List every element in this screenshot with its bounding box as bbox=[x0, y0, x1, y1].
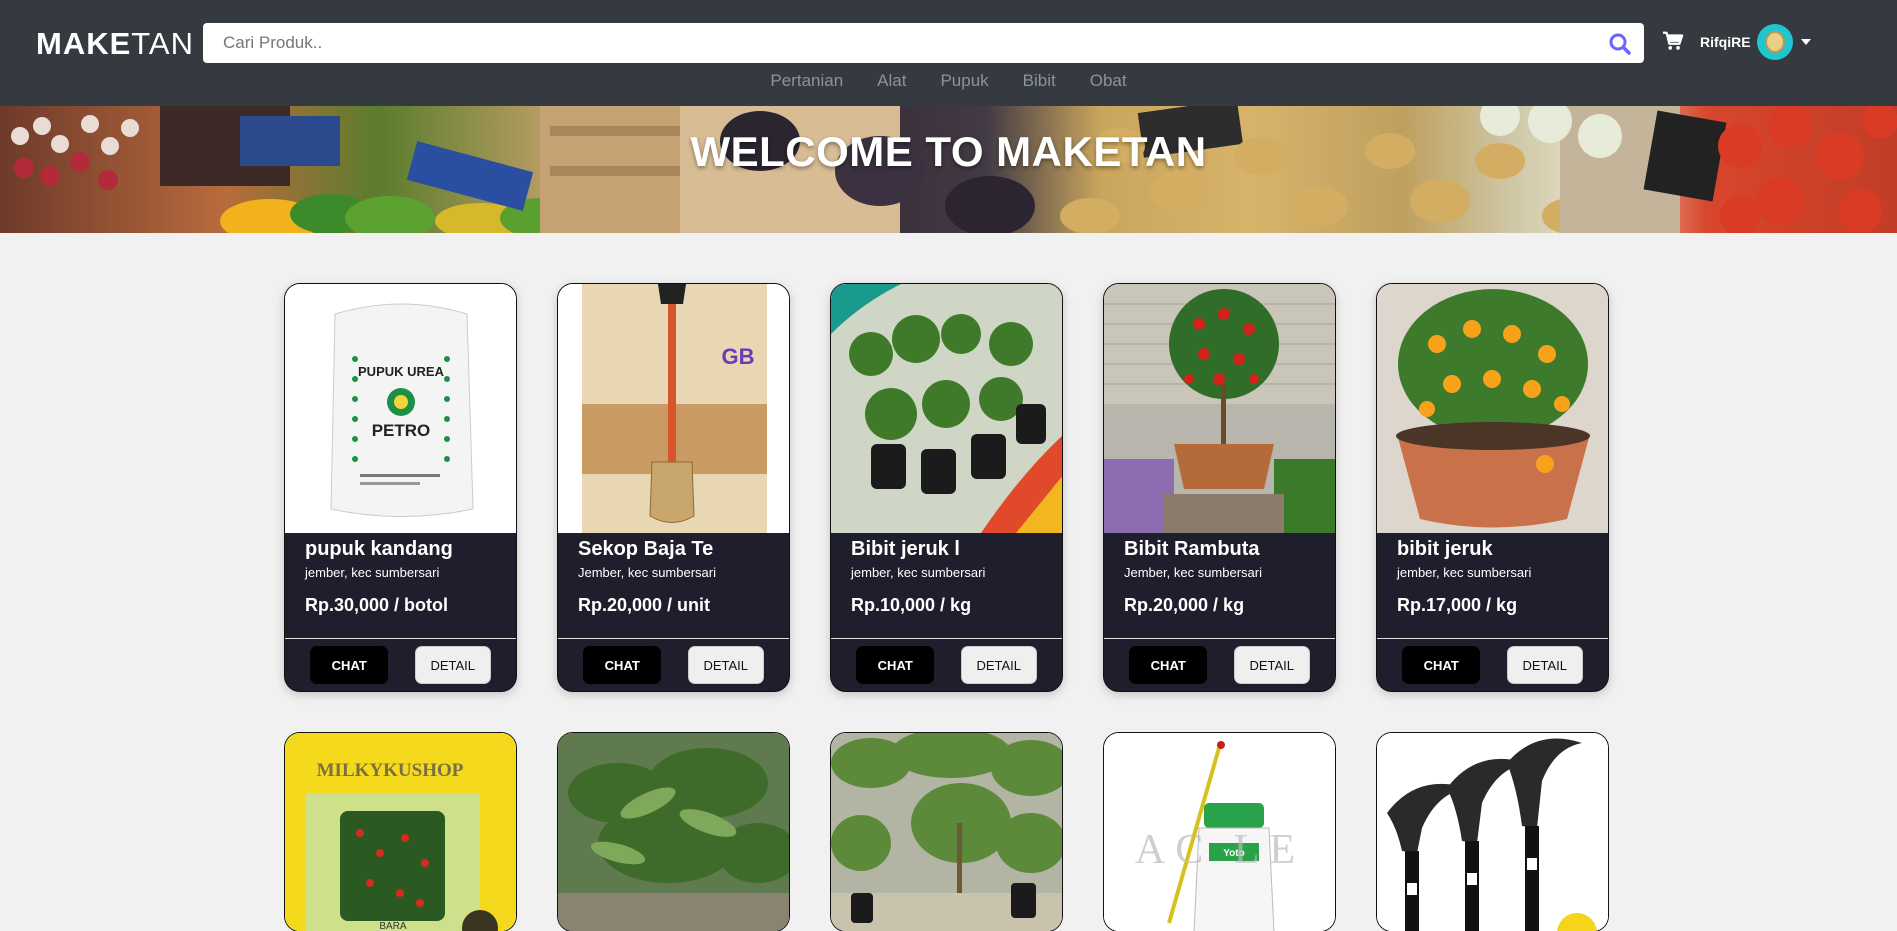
product-name: Sekop Baja Te bbox=[578, 538, 714, 560]
avatar bbox=[1756, 24, 1793, 60]
product-image[interactable] bbox=[831, 284, 1062, 533]
product-name: Bibit jeruk l bbox=[851, 538, 960, 560]
product-price: Rp.20,000 / unit bbox=[578, 595, 711, 615]
chat-button[interactable]: CHAT bbox=[1129, 646, 1208, 684]
product-price: Rp.17,000 / kg bbox=[1397, 595, 1518, 615]
product-card[interactable]: GB Sekop Baja Te Jember, kec sumbersari … bbox=[557, 283, 790, 692]
svg-text:MILKYKUSHOP: MILKYKUSHOP bbox=[317, 760, 464, 781]
search-bar bbox=[203, 23, 1644, 63]
product-info: Sekop Baja Te Jember, kec sumbersari Rp.… bbox=[558, 533, 789, 639]
nav-bibit[interactable]: Bibit bbox=[1006, 71, 1073, 91]
svg-text:PETRO: PETRO bbox=[372, 421, 431, 440]
product-actions: CHAT DETAIL bbox=[1377, 639, 1608, 691]
product-actions: CHAT DETAIL bbox=[1104, 639, 1335, 691]
product-image[interactable]: GB bbox=[558, 284, 789, 533]
hero-title: WELCOME TO MAKETAN bbox=[690, 128, 1207, 175]
chat-button[interactable]: CHAT bbox=[583, 646, 662, 684]
product-image[interactable] bbox=[1377, 284, 1608, 533]
product-card[interactable]: bibit jeruk jember, kec sumbersari Rp.17… bbox=[1376, 283, 1609, 692]
product-location: Jember, kec sumbersari bbox=[1124, 565, 1262, 580]
user-name: RifqiRE bbox=[1700, 34, 1751, 50]
nav-obat[interactable]: Obat bbox=[1073, 71, 1144, 91]
product-price: Rp.30,000 / botol bbox=[305, 595, 449, 615]
svg-text:GB: GB bbox=[722, 344, 755, 369]
chat-button[interactable]: CHAT bbox=[310, 646, 389, 684]
category-nav: Pertanian Alat Pupuk Bibit Obat bbox=[0, 71, 1897, 91]
product-price: Rp.10,000 / kg bbox=[851, 595, 972, 615]
user-menu[interactable]: RifqiRE bbox=[1700, 24, 1811, 60]
nav-alat[interactable]: Alat bbox=[860, 71, 923, 91]
product-info: Bibit Rambuta Jember, kec sumbersari Rp.… bbox=[1104, 533, 1335, 639]
product-card[interactable]: Bibit jeruk l jember, kec sumbersari Rp.… bbox=[830, 283, 1063, 692]
brand-logo[interactable]: MAKETAN bbox=[36, 26, 194, 62]
product-image[interactable] bbox=[558, 733, 789, 931]
search-icon[interactable] bbox=[1608, 32, 1632, 56]
product-info: pupuk kandang jember, kec sumbersari Rp.… bbox=[285, 533, 516, 639]
hero-banner: WELCOME TO MAKETAN bbox=[0, 106, 1897, 233]
detail-button[interactable]: DETAIL bbox=[414, 646, 491, 684]
product-image[interactable]: PUPUK UREA PETRO bbox=[285, 284, 516, 533]
product-actions: CHAT DETAIL bbox=[831, 639, 1062, 691]
product-card[interactable] bbox=[557, 732, 790, 931]
product-card[interactable]: MILKYKUSHOP BARA bbox=[284, 732, 517, 931]
product-name: pupuk kandang bbox=[305, 538, 453, 560]
svg-text:BARA: BARA bbox=[379, 921, 407, 931]
product-image[interactable] bbox=[1377, 733, 1608, 931]
product-location: jember, kec sumbersari bbox=[851, 565, 986, 580]
product-image[interactable] bbox=[1104, 284, 1335, 533]
product-image[interactable]: Yoto AC LE bbox=[1104, 733, 1335, 931]
product-image[interactable] bbox=[831, 733, 1062, 931]
product-location: jember, kec sumbersari bbox=[1397, 565, 1532, 580]
product-image[interactable]: MILKYKUSHOP BARA bbox=[285, 733, 516, 931]
detail-button[interactable]: DETAIL bbox=[1506, 646, 1583, 684]
product-location: jember, kec sumbersari bbox=[305, 565, 440, 580]
product-card[interactable] bbox=[830, 732, 1063, 931]
product-name: Bibit Rambuta bbox=[1124, 538, 1260, 560]
product-price: Rp.20,000 / kg bbox=[1124, 595, 1245, 615]
nav-pertanian[interactable]: Pertanian bbox=[753, 71, 860, 91]
product-card[interactable]: Yoto AC LE bbox=[1103, 732, 1336, 931]
product-actions: CHAT DETAIL bbox=[558, 639, 789, 691]
product-card[interactable] bbox=[1376, 732, 1609, 931]
product-info: bibit jeruk jember, kec sumbersari Rp.17… bbox=[1377, 533, 1608, 639]
detail-button[interactable]: DETAIL bbox=[960, 646, 1037, 684]
detail-button[interactable]: DETAIL bbox=[687, 646, 764, 684]
product-actions: CHAT DETAIL bbox=[285, 639, 516, 691]
product-card[interactable]: PUPUK UREA PETRO pupuk kandang jember, k… bbox=[284, 283, 517, 692]
product-name: bibit jeruk bbox=[1397, 538, 1493, 560]
chevron-down-icon bbox=[1800, 39, 1811, 45]
search-input[interactable] bbox=[203, 23, 1583, 63]
chat-button[interactable]: CHAT bbox=[856, 646, 935, 684]
product-info: Bibit jeruk l jember, kec sumbersari Rp.… bbox=[831, 533, 1062, 639]
product-card[interactable]: Bibit Rambuta Jember, kec sumbersari Rp.… bbox=[1103, 283, 1336, 692]
navbar: MAKETAN RifqiRE Pertanian Alat Pupuk Bib… bbox=[0, 0, 1897, 106]
product-location: Jember, kec sumbersari bbox=[578, 565, 716, 580]
chat-button[interactable]: CHAT bbox=[1402, 646, 1481, 684]
svg-text:PUPUK UREA: PUPUK UREA bbox=[358, 364, 445, 379]
detail-button[interactable]: DETAIL bbox=[1233, 646, 1310, 684]
nav-pupuk[interactable]: Pupuk bbox=[923, 71, 1005, 91]
svg-text:AC LE: AC LE bbox=[1135, 827, 1305, 873]
cart-icon[interactable] bbox=[1662, 30, 1684, 52]
